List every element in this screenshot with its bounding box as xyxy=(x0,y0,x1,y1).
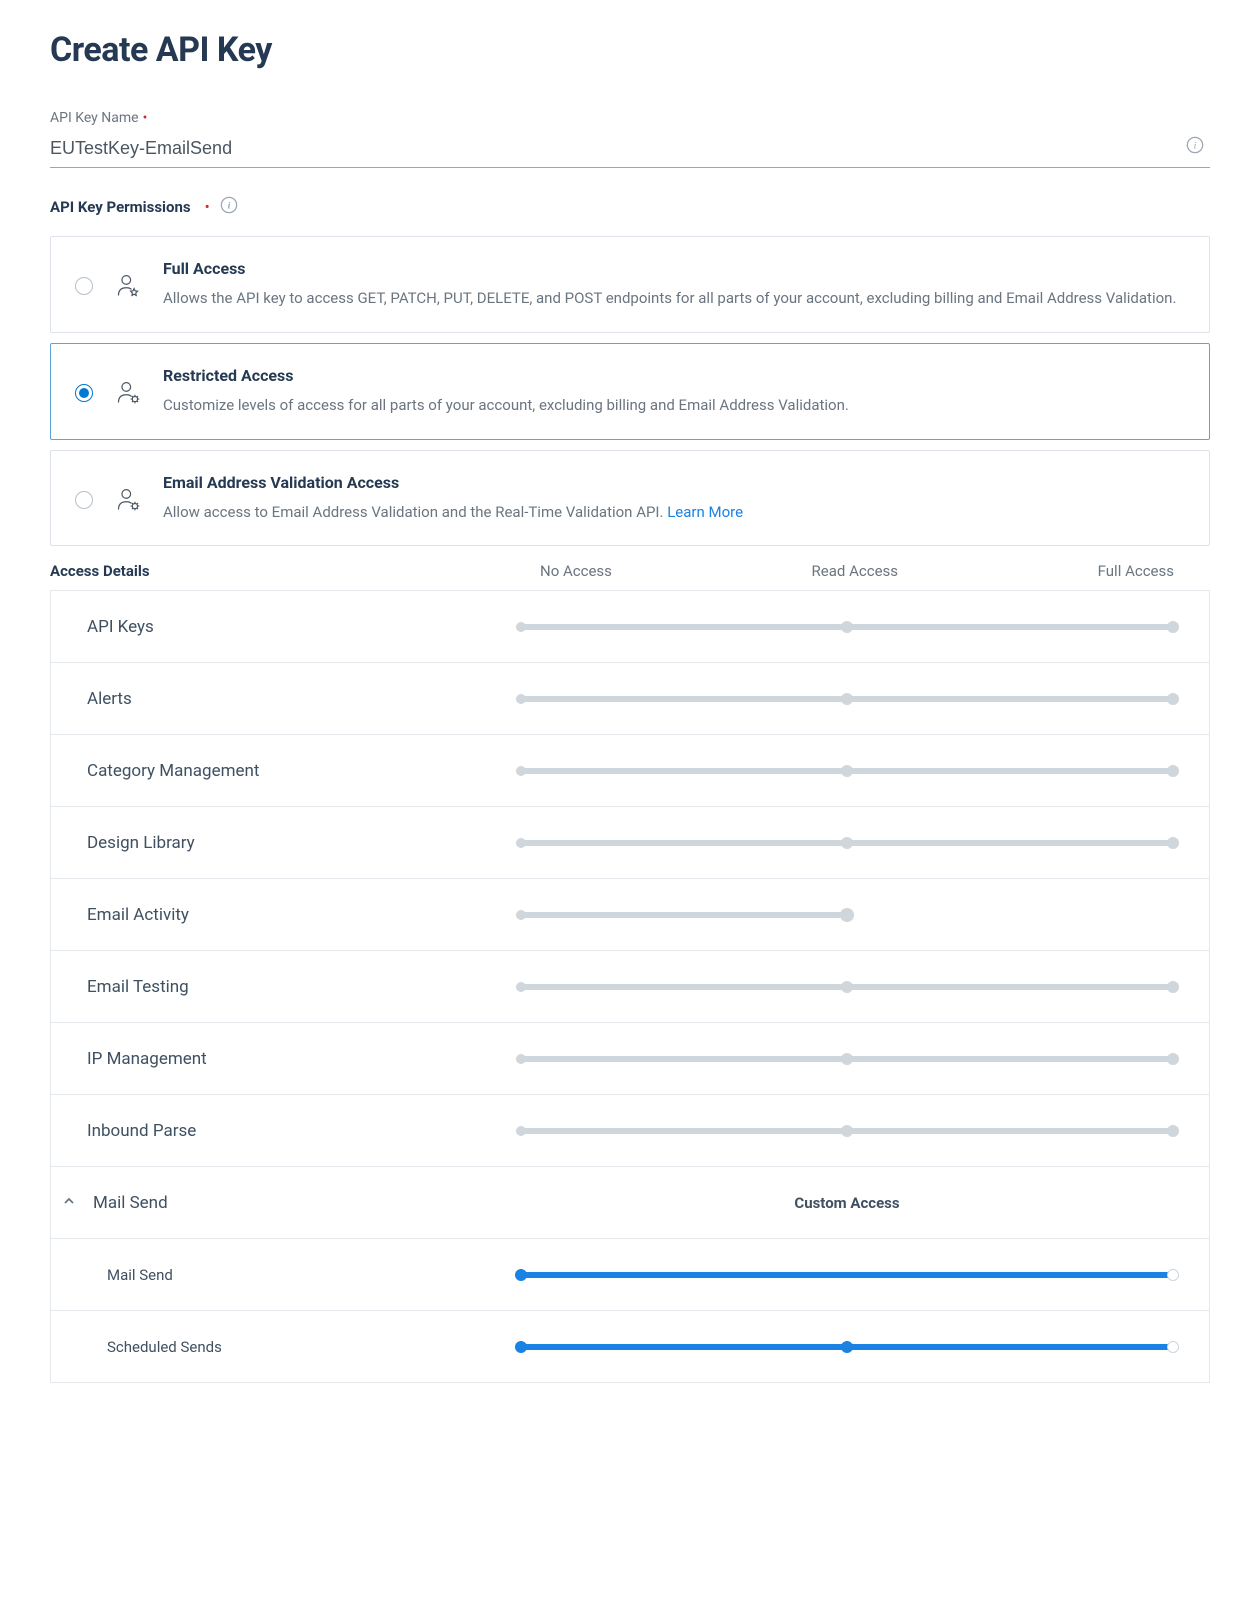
access-slider[interactable] xyxy=(521,620,1173,634)
access-row: Inbound Parse xyxy=(51,1095,1209,1167)
access-row-label: Mail Send xyxy=(87,1193,521,1213)
learn-more-link[interactable]: Learn More xyxy=(667,503,743,521)
access-row-label: Category Management xyxy=(51,761,521,781)
access-slider[interactable] xyxy=(521,1268,1173,1282)
access-slider[interactable] xyxy=(521,692,1173,706)
permission-option-restricted[interactable]: Restricted Access Customize levels of ac… xyxy=(50,343,1210,440)
access-row-label: Email Testing xyxy=(51,977,521,997)
access-slider[interactable] xyxy=(521,1340,1173,1354)
col-full-access: Full Access xyxy=(1098,562,1174,580)
access-row-label: Email Activity xyxy=(51,905,521,925)
access-details-header: Access Details xyxy=(50,562,520,580)
option-description: Customize levels of access for all parts… xyxy=(163,395,849,417)
access-row-parent[interactable]: Mail Send Custom Access xyxy=(51,1167,1209,1239)
access-row: API Keys xyxy=(51,591,1209,663)
access-slider[interactable] xyxy=(521,1124,1173,1138)
access-slider[interactable] xyxy=(521,1052,1173,1066)
access-row-label: Design Library xyxy=(51,833,521,853)
access-row: Design Library xyxy=(51,807,1209,879)
page-title: Create API Key xyxy=(50,30,1210,70)
permission-option-validation[interactable]: Email Address Validation Access Allow ac… xyxy=(50,450,1210,547)
permission-option-full[interactable]: Full Access Allows the API key to access… xyxy=(50,236,1210,333)
svg-text:i: i xyxy=(1194,141,1197,152)
radio-button[interactable] xyxy=(75,384,93,402)
access-row-label: IP Management xyxy=(51,1049,521,1069)
user-star-icon xyxy=(115,273,141,299)
custom-access-label: Custom Access xyxy=(521,1194,1173,1212)
option-description: Allow access to Email Address Validation… xyxy=(163,502,743,524)
access-row-label: API Keys xyxy=(51,617,521,637)
access-subrow: Mail Send xyxy=(51,1239,1209,1311)
access-row: Email Activity xyxy=(51,879,1209,951)
access-row: Email Testing xyxy=(51,951,1209,1023)
col-no-access: No Access xyxy=(540,562,612,580)
radio-button[interactable] xyxy=(75,491,93,509)
access-row: IP Management xyxy=(51,1023,1209,1095)
permissions-label: API Key Permissions• i xyxy=(50,196,1210,218)
option-title: Restricted Access xyxy=(163,366,849,385)
option-title: Email Address Validation Access xyxy=(163,473,743,492)
access-slider[interactable] xyxy=(521,836,1173,850)
access-row: Alerts xyxy=(51,663,1209,735)
user-gear-icon xyxy=(115,380,141,406)
access-subrow: Scheduled Sends xyxy=(51,1311,1209,1383)
col-read-access: Read Access xyxy=(812,562,898,580)
info-icon[interactable]: i xyxy=(220,196,238,218)
chevron-up-icon[interactable] xyxy=(62,1193,76,1212)
access-row-label: Alerts xyxy=(51,689,521,709)
option-title: Full Access xyxy=(163,259,1176,278)
access-slider[interactable] xyxy=(521,764,1173,778)
svg-text:i: i xyxy=(227,201,230,212)
access-row-label: Inbound Parse xyxy=(51,1121,521,1141)
info-icon[interactable]: i xyxy=(1186,136,1206,156)
api-key-name-label: API Key Name• xyxy=(50,110,1210,126)
access-slider[interactable] xyxy=(521,980,1173,994)
access-row-label: Scheduled Sends xyxy=(51,1338,521,1356)
access-row-label: Mail Send xyxy=(51,1266,521,1284)
access-slider[interactable] xyxy=(521,908,1173,922)
access-row: Category Management xyxy=(51,735,1209,807)
radio-button[interactable] xyxy=(75,277,93,295)
user-gear-icon xyxy=(115,487,141,513)
api-key-name-input[interactable] xyxy=(50,134,1210,168)
option-description: Allows the API key to access GET, PATCH,… xyxy=(163,288,1176,310)
